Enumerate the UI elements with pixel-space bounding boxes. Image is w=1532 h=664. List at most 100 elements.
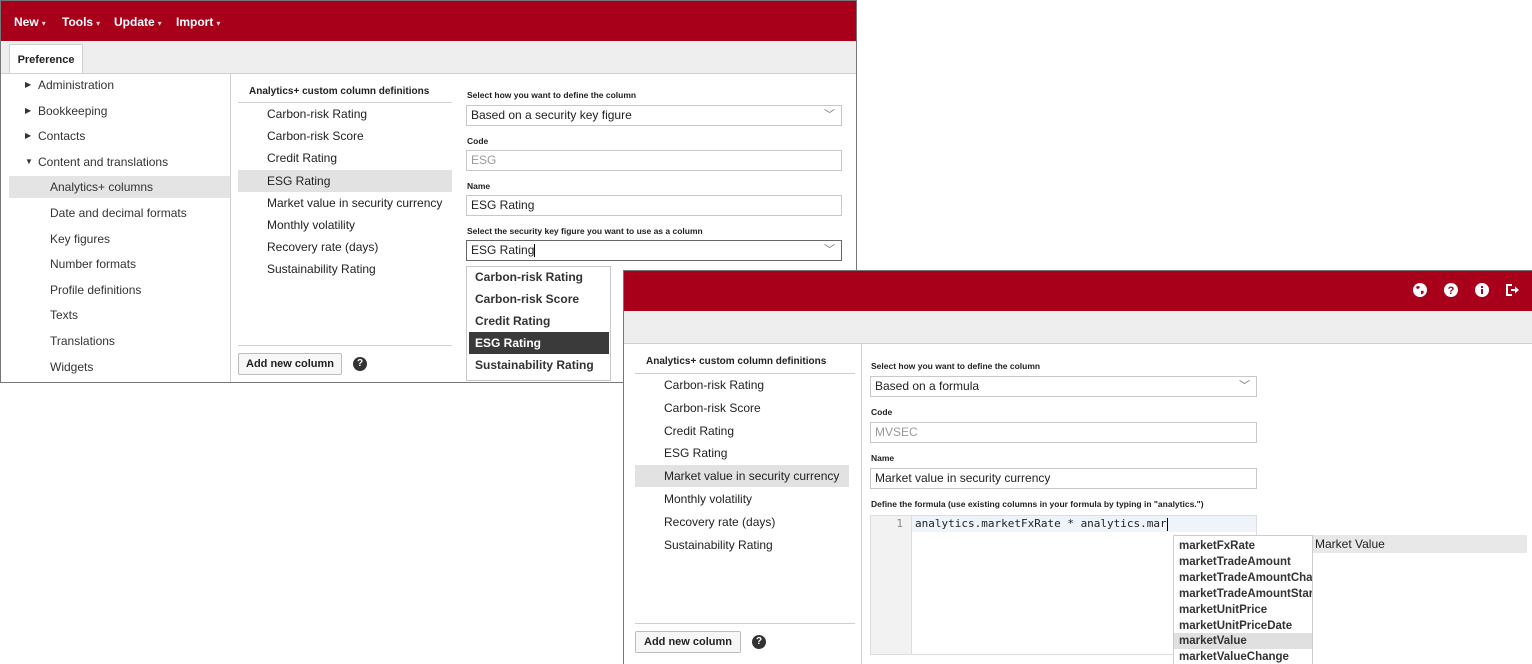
autocomplete-item[interactable]: marketValue [1174, 633, 1312, 650]
menu-new[interactable]: New ▾ [14, 1, 46, 41]
nav-item[interactable]: Texts [9, 304, 230, 326]
nav-item-label: Key figures [50, 231, 111, 246]
key-figure-option[interactable]: Credit Rating [469, 310, 609, 332]
column-list-item[interactable]: Monthly volatility [635, 488, 849, 510]
caret-down-icon[interactable]: ▼ [25, 151, 37, 173]
column-list-item[interactable]: Sustainability Rating [635, 534, 849, 556]
autocomplete-item[interactable]: marketUnitPrice [1174, 602, 1312, 618]
key-figure-value: ESG Rating [471, 243, 535, 257]
name-field[interactable]: Market value in security currency [870, 468, 1257, 489]
divider [238, 345, 452, 346]
autocomplete-item[interactable]: marketTradeAmountStar [1174, 586, 1312, 602]
nav-item-label: Date and decimal formats [50, 206, 187, 220]
name-label: Name [467, 181, 491, 191]
name-field[interactable]: ESG Rating [466, 195, 842, 216]
help-icon[interactable]: ? [752, 635, 766, 649]
nav-item[interactable]: ▶ Administration [9, 74, 230, 96]
column-list-item[interactable]: Carbon-risk Score [635, 397, 849, 419]
column-list-item[interactable]: Recovery rate (days) [238, 236, 452, 258]
caret-right-icon[interactable]: ▶ [25, 125, 37, 147]
autocomplete-item[interactable]: marketTradeAmount [1174, 554, 1312, 570]
code-label: Code [467, 136, 489, 146]
help-icon[interactable]: ? [1443, 282, 1459, 298]
code-field: MVSEC [870, 422, 1257, 443]
key-figure-option[interactable]: Carbon-risk Rating [469, 266, 609, 288]
caret-right-icon[interactable]: ▶ [25, 74, 37, 96]
nav-item-label: Contacts [38, 129, 86, 144]
nav-item[interactable]: Profile definitions [9, 279, 230, 301]
autocomplete-item[interactable]: marketTradeAmountCha [1174, 570, 1312, 586]
column-list-item[interactable]: Credit Rating [238, 147, 452, 169]
autocomplete-item[interactable]: marketValueChange [1174, 649, 1312, 664]
columns-heading: Analytics+ custom column definitions [646, 356, 827, 367]
column-list-item[interactable]: Sustainability Rating [238, 258, 452, 280]
nav-item[interactable]: ▶ Bookkeeping [9, 100, 230, 122]
nav-item-label: Translations [50, 334, 115, 348]
nav-item-label: Analytics+ columns [50, 180, 154, 195]
key-figure-option[interactable]: ESG Rating [469, 332, 609, 354]
define-method-value: Based on a security key figure [471, 108, 632, 122]
column-list-item[interactable]: Carbon-risk Rating [238, 103, 452, 125]
key-figure-select[interactable]: ESG Rating ﹀ [466, 240, 842, 261]
add-new-column-button[interactable]: Add new column [238, 353, 342, 375]
nav-item[interactable]: Analytics+ columns [9, 176, 230, 199]
svg-text:?: ? [1448, 285, 1455, 297]
autocomplete-item[interactable]: marketUnitPriceDate [1174, 618, 1312, 634]
top-bar: ? [624, 271, 1532, 311]
nav-item-label: Content and translations [38, 154, 169, 169]
nav-item[interactable]: Translations [9, 330, 230, 352]
tab-strip [624, 311, 1532, 343]
nav-item[interactable]: ▶ Contacts [9, 125, 230, 147]
column-list-item[interactable]: ESG Rating [635, 442, 849, 464]
formula-label: Define the formula (use existing columns… [871, 499, 1204, 509]
define-method-select[interactable]: Based on a formula ﹀ [870, 376, 1257, 397]
menu-import[interactable]: Import ▾ [176, 1, 220, 41]
column-list-item[interactable]: Monthly volatility [238, 214, 452, 236]
column-list-item[interactable]: Market value in security currency [635, 465, 849, 488]
nav-item[interactable]: ▼ Content and translations [9, 151, 230, 173]
column-list-item[interactable]: Market value in security currency [238, 192, 452, 214]
nav-item-label: Number formats [50, 257, 137, 272]
formula-text: analytics.marketFxRate * analytics.mar [915, 517, 1167, 530]
define-method-select[interactable]: Based on a security key figure ﹀ [466, 105, 842, 126]
key-figure-option[interactable]: Sustainability Rating [469, 354, 609, 376]
add-new-column-button[interactable]: Add new column [635, 631, 741, 653]
key-figure-label: Select the security key figure you want … [467, 226, 703, 236]
autocomplete-list: marketFxRate marketTradeAmount marketTrade… [1173, 535, 1313, 664]
editor-gutter: 1 [871, 516, 912, 654]
logout-icon[interactable] [1504, 282, 1520, 298]
code-label: Code [871, 407, 893, 417]
nav-item[interactable]: Widgets [9, 356, 230, 378]
column-list-item[interactable]: ESG Rating [238, 169, 452, 192]
key-figure-dropdown: Carbon-risk Rating Carbon-risk Score Credi… [466, 266, 611, 381]
info-icon[interactable] [1474, 282, 1490, 298]
define-method-label: Select how you want to define the column [871, 361, 1041, 371]
autocomplete-item[interactable]: marketFxRate [1174, 538, 1312, 554]
menu-tools[interactable]: Tools ▾ [62, 1, 100, 41]
chevron-down-icon: ▾ [41, 19, 46, 28]
formula-code[interactable]: analytics.marketFxRate * analytics.mar [915, 516, 1168, 532]
nav-item[interactable]: Number formats [9, 253, 230, 275]
menu-update[interactable]: Update ▾ [114, 1, 162, 41]
chevron-down-icon: ﹀ [1239, 380, 1250, 392]
divider [230, 74, 231, 382]
nav-item[interactable]: Key figures [9, 228, 230, 250]
line-number: 1 [896, 517, 903, 530]
name-label: Name [871, 453, 895, 463]
column-list-item[interactable]: Carbon-risk Score [238, 125, 452, 147]
nav-item-label: Administration [38, 78, 115, 92]
globe-icon[interactable] [1412, 282, 1428, 298]
tab-preference[interactable]: Preference [9, 44, 83, 74]
nav-item[interactable]: Date and decimal formats [9, 202, 230, 224]
column-list-item[interactable]: Carbon-risk Rating [635, 374, 849, 396]
define-method-label: Select how you want to define the column [467, 90, 637, 100]
chevron-down-icon: ﹀ [824, 244, 835, 256]
help-icon[interactable]: ? [353, 357, 367, 371]
key-figure-option[interactable]: Carbon-risk Score [469, 288, 609, 310]
preferences-window-formula: ? Analytics+ custom column definitions C… [623, 270, 1532, 664]
tab-strip [1, 41, 856, 73]
text-cursor [534, 244, 536, 258]
column-list-item[interactable]: Credit Rating [635, 420, 849, 442]
caret-right-icon[interactable]: ▶ [25, 100, 37, 122]
column-list-item[interactable]: Recovery rate (days) [635, 511, 849, 533]
